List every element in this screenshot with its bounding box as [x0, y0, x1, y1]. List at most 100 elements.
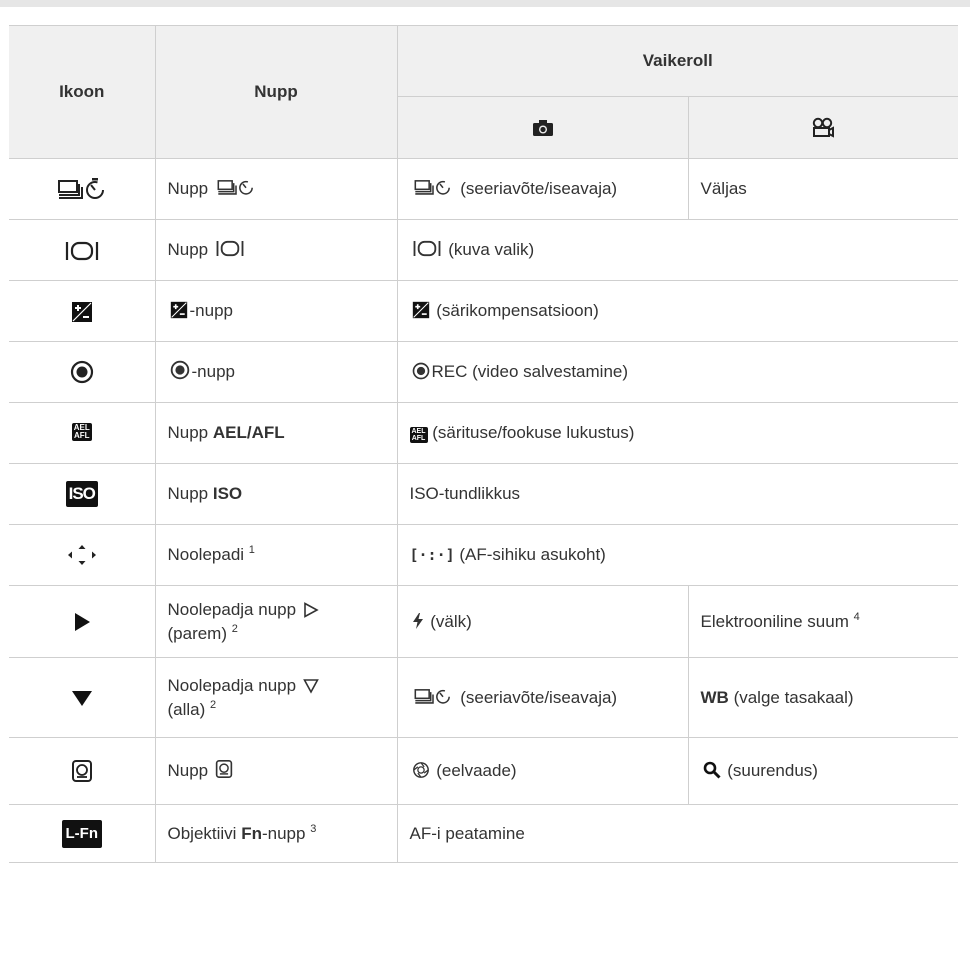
drive-icon-cell [9, 158, 156, 220]
exp-icon-cell [9, 280, 156, 342]
record-icon [412, 362, 429, 380]
button-cell: Objektiivi Fn-nupp 3 [154, 804, 398, 863]
preview-button-icon [215, 760, 233, 778]
video-role-cell: (suurendus) [687, 737, 958, 805]
movie-camera-icon [813, 117, 835, 138]
photo-role-cell: (seeriavõte/iseavaja) [396, 158, 689, 220]
exposure-compensation-icon [412, 301, 429, 319]
arrowpad-icon-cell [9, 524, 156, 586]
button-cell: Noolepadja nupp (parem) 2 [154, 585, 398, 658]
button-cell: -nupp [154, 280, 398, 342]
drive-selftimer-icon [414, 688, 450, 704]
button-label: Nupp [167, 423, 209, 442]
role-cell: AF-i peatamine [396, 804, 958, 863]
button-label-suffix: -nupp [261, 823, 306, 843]
button-cell: Noolepadi 1 [154, 524, 398, 586]
role-text: (särikompensatsioon) [436, 301, 599, 320]
photo-role-text: (seeriavõte/iseavaja) [460, 687, 618, 707]
ael-afl-icon: AEL AFL [409, 427, 428, 443]
role-text: (särituse/fookuse lukustus) [432, 423, 635, 442]
button-cell: Noolepadja nupp (alla) 2 [154, 657, 398, 738]
header-video [687, 96, 958, 159]
footnote-ref: 1 [248, 544, 255, 556]
button-label: Nupp [167, 179, 209, 198]
arrow-right-outline-icon [303, 601, 319, 618]
button-label-bold: ISO [212, 484, 243, 503]
photo-role-text: (välk) [430, 611, 472, 631]
footnote-ref: 2 [210, 698, 217, 711]
header-default-role: Vaikeroll [396, 25, 958, 97]
video-role-text: (valge tasakaal) [733, 687, 854, 707]
preview-icon-cell [9, 737, 156, 805]
preview-button-icon [71, 760, 92, 783]
button-cell: Nupp [154, 737, 398, 805]
header-photo [397, 96, 689, 159]
table-row: -nupp (särikompensatsioon) [9, 280, 958, 342]
header-icon: Ikoon [9, 25, 156, 159]
table-row: Noolepadja nupp (alla) 2 (seeriavõte/ise… [9, 657, 958, 738]
rec-icon-cell [9, 341, 156, 403]
button-label: Nupp [167, 761, 209, 780]
role-cell: (kuva valik) [396, 219, 958, 281]
video-role-text: (suurendus) [727, 761, 818, 780]
button-label: -nupp [191, 362, 235, 381]
button-cell: Nupp ISO [154, 463, 398, 525]
table-row: ISO Nupp ISO ISO-tundlikkus [9, 463, 958, 525]
role-text: (AF-sihiku asukoht) [459, 545, 606, 564]
button-label-bold: AEL/AFL [212, 423, 285, 442]
lfn-icon-cell: L-Fn [9, 804, 156, 863]
record-icon [170, 360, 189, 380]
button-label: Objektiivi [167, 823, 237, 843]
live-view-icon [216, 240, 244, 257]
photo-role-cell: (välk) [396, 585, 689, 658]
button-cell: Nupp [154, 158, 398, 220]
video-role-cell: Väljas [687, 158, 958, 220]
drive-selftimer-icon [217, 180, 253, 195]
lv-icon-cell [9, 219, 156, 281]
footnote-ref: 3 [310, 822, 317, 835]
photo-role-text: (seeriavõte/iseavaja) [460, 179, 618, 198]
exposure-compensation-icon [170, 301, 187, 319]
video-role-cell: Elektrooniline suum 4 [687, 585, 958, 658]
iso-icon-cell: ISO [9, 463, 156, 525]
table-row: Nupp (eelvaade) (suurendus) [9, 737, 958, 805]
record-icon [70, 361, 93, 384]
button-function-table: Ikoon Nupp Vaikeroll Nupp (seeriavõte/is… [9, 25, 958, 863]
role-cell: ISO-tundlikkus [396, 463, 958, 525]
camera-icon [532, 120, 553, 137]
button-label: Noolepadja nupp [167, 675, 297, 695]
af-target-icon: [·:·] [409, 546, 455, 564]
button-label: Noolepadi [167, 545, 245, 564]
button-label: -nupp [189, 301, 233, 320]
video-role-cell: WB (valge tasakaal) [687, 657, 958, 738]
table-row: L-Fn Objektiivi Fn-nupp 3 AF-i peatamine [9, 804, 958, 863]
button-label: Noolepadja nupp [167, 599, 297, 619]
drive-selftimer-icon [414, 180, 450, 195]
magnify-icon [703, 761, 721, 779]
exposure-compensation-icon [71, 301, 92, 322]
play-down-icon [71, 691, 92, 707]
button-label: Nupp [167, 240, 209, 259]
button-cell: Nupp AEL/AFL [154, 402, 398, 464]
table-row: Nupp (seeriavõte/iseavaja) Väljas [9, 158, 958, 220]
iso-icon: ISO [65, 481, 98, 507]
table-row: Noolepadja nupp (parem) 2 (välk) Elektro… [9, 585, 958, 658]
photo-role-cell: (seeriavõte/iseavaja) [396, 657, 689, 738]
role-cell: [·:·] (AF-sihiku asukoht) [396, 524, 958, 586]
role-cell: AEL AFL (särituse/fookuse lukustus) [396, 402, 958, 464]
table-row: -nupp REC (video salvestamine) [9, 341, 958, 403]
table-row: Nupp (kuva valik) [9, 219, 958, 281]
role-text: (kuva valik) [448, 240, 535, 259]
preview-aperture-icon [412, 762, 429, 778]
right-icon-cell [9, 585, 156, 658]
button-label-2: (alla) [167, 699, 206, 719]
flash-icon [412, 612, 423, 629]
table-row: AEL AFL Nupp AEL/AFL AEL AFL (särituse/foo… [9, 402, 958, 464]
footnote-ref: 2 [231, 622, 238, 635]
role-cell: (särikompensatsioon) [396, 280, 958, 342]
down-icon-cell [9, 657, 156, 738]
button-cell: -nupp [154, 341, 398, 403]
ael-icon-cell: AEL AFL [9, 402, 156, 464]
drive-selftimer-icon [57, 178, 104, 199]
button-label-2: (parem) [167, 623, 228, 643]
